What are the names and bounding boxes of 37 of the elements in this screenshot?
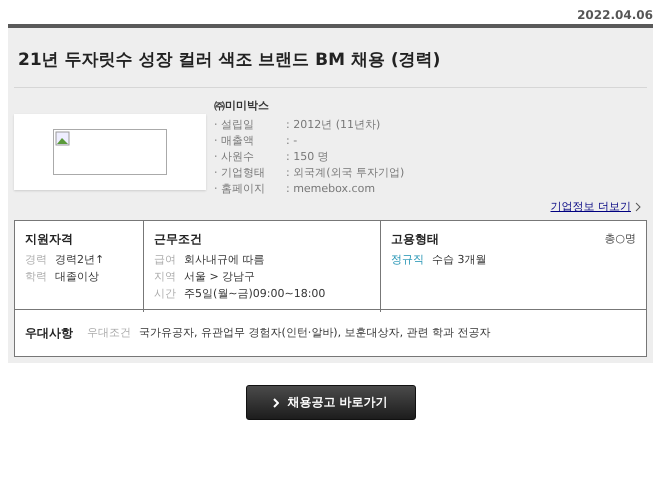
field-value: 서울 > 강남구 bbox=[184, 269, 256, 285]
section-heading: 근무조건 bbox=[154, 231, 202, 248]
company-name: ㈜미미박스 bbox=[214, 98, 270, 113]
broken-image-icon bbox=[53, 129, 167, 175]
field-label: 경력 bbox=[25, 252, 47, 268]
section-heading: 고용형태 bbox=[391, 231, 439, 248]
field-label: 학력 bbox=[25, 269, 47, 285]
field-value: 회사내규에 따름 bbox=[184, 252, 264, 268]
field-label: 급여 bbox=[154, 252, 176, 268]
fact-label: · 매출액 bbox=[214, 133, 255, 149]
chevron-icon bbox=[273, 398, 280, 408]
fact-value: : 150 명 bbox=[286, 149, 330, 165]
fact-label: · 설립일 bbox=[214, 117, 255, 133]
fact-label: · 사원수 bbox=[214, 149, 255, 165]
company-info-link[interactable]: 기업정보 더보기 bbox=[550, 199, 631, 214]
job-title: 21년 두자릿수 성장 컬러 색조 브랜드 BM 채용 (경력) bbox=[14, 28, 647, 88]
field-value: 경력2년↑ bbox=[55, 252, 104, 268]
field-label: 우대조건 bbox=[87, 325, 131, 341]
field-value: 대졸이상 bbox=[55, 269, 99, 285]
section-heading: 우대사항 bbox=[25, 324, 73, 342]
fact-label: · 기업형태 bbox=[214, 165, 266, 181]
field-label: 지역 bbox=[154, 269, 176, 285]
fact-value: : - bbox=[286, 133, 298, 149]
posting-date: 2022.04.06 bbox=[577, 8, 653, 22]
field-value: 주5일(월~금)09:00~18:00 bbox=[184, 286, 326, 302]
chevron-icon bbox=[635, 202, 641, 212]
fact-value: : 2012년 (11년차) bbox=[286, 117, 382, 133]
section-heading: 지원자격 bbox=[25, 231, 73, 248]
field-value: 국가유공자, 유관업무 경험자(인턴·알바), 보훈대상자, 관련 학과 전공자 bbox=[139, 325, 491, 341]
field-label: 시간 bbox=[154, 286, 176, 302]
fact-value: : memebox.com bbox=[286, 181, 376, 197]
employment-type: 정규직 bbox=[391, 252, 424, 268]
fact-value: : 외국계(외국 투자기업) bbox=[286, 165, 404, 181]
apply-button[interactable]: 채용공고 바로가기 bbox=[246, 385, 416, 420]
probation-note: 수습 3개월 bbox=[432, 252, 486, 268]
fact-label: · 홈페이지 bbox=[214, 181, 266, 197]
headcount: 총○명 bbox=[604, 231, 636, 246]
